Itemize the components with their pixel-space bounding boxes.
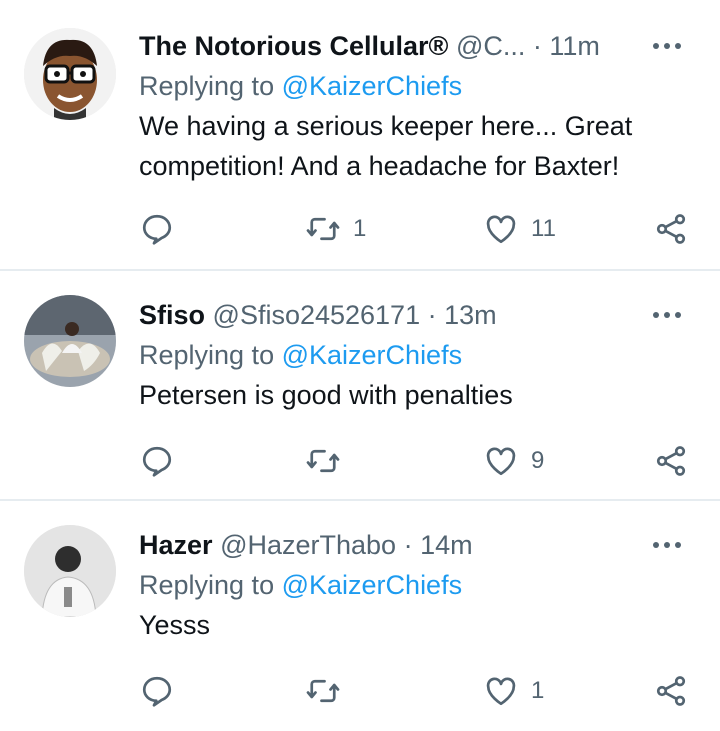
heart-icon bbox=[486, 447, 516, 476]
cartoon-face-avatar-icon bbox=[24, 28, 116, 120]
replying-to-label: Replying to bbox=[139, 71, 275, 101]
user-handle[interactable]: @HazerThabo bbox=[220, 530, 396, 560]
reply-icon bbox=[142, 446, 172, 477]
reply-button[interactable] bbox=[139, 671, 175, 711]
tweet-content: Hazer @HazerThabo · 14m Replying to @Kai… bbox=[139, 525, 700, 645]
retweet-icon bbox=[306, 679, 340, 703]
separator-dot: · bbox=[403, 530, 413, 560]
tweet-feed: The Notorious Cellular® @C... · 11m Repl… bbox=[0, 0, 720, 731]
user-handle[interactable]: @C... bbox=[456, 31, 525, 61]
tweet-timestamp[interactable]: 14m bbox=[420, 530, 473, 560]
heart-icon bbox=[486, 215, 516, 244]
tweet-text-line: We having a serious keeper here... Great bbox=[139, 111, 633, 141]
tweet-timestamp[interactable]: 11m bbox=[549, 31, 600, 61]
retweet-button[interactable]: 1 bbox=[305, 209, 366, 249]
more-options-icon[interactable] bbox=[650, 305, 684, 325]
tweet-text: We having a serious keeper here... Great… bbox=[139, 106, 700, 186]
user-display-name[interactable]: Hazer bbox=[139, 530, 213, 560]
replying-to-mention[interactable]: @KaizerChiefs bbox=[282, 570, 462, 600]
tweet-content: The Notorious Cellular® @C... · 11m Repl… bbox=[139, 26, 700, 186]
share-icon bbox=[656, 676, 686, 706]
photo-avatar-icon bbox=[24, 295, 116, 387]
retweet-count: 1 bbox=[353, 215, 367, 242]
tweet-header: Hazer @HazerThabo · 14m bbox=[139, 525, 700, 565]
tweet-text: Petersen is good with penalties bbox=[139, 375, 700, 415]
more-options-icon[interactable] bbox=[650, 535, 684, 555]
tweet-actions: 1 11 bbox=[139, 209, 700, 249]
separator-dot: · bbox=[427, 300, 437, 330]
retweet-icon bbox=[306, 217, 340, 241]
replying-to-mention[interactable]: @KaizerChiefs bbox=[282, 71, 462, 101]
like-button[interactable]: 11 bbox=[483, 209, 556, 249]
share-button[interactable] bbox=[653, 209, 689, 249]
tweet-text-line: competition! And a headache for Baxter! bbox=[139, 151, 620, 181]
replying-to-label: Replying to bbox=[139, 340, 275, 370]
like-button[interactable]: 1 bbox=[483, 671, 544, 711]
tweet[interactable]: The Notorious Cellular® @C... · 11m Repl… bbox=[0, 0, 720, 271]
replying-to-line: Replying to @KaizerChiefs bbox=[139, 66, 700, 106]
tweet-text-line: Petersen is good with penalties bbox=[139, 380, 513, 410]
retweet-button[interactable] bbox=[305, 441, 353, 481]
user-display-name[interactable]: The Notorious Cellular® bbox=[139, 31, 448, 61]
like-count: 11 bbox=[531, 215, 556, 242]
reply-icon bbox=[142, 676, 172, 707]
retweet-button[interactable] bbox=[305, 671, 353, 711]
tweet-content: Sfiso @Sfiso24526171 · 13m Replying to @… bbox=[139, 295, 700, 415]
user-handle[interactable]: @Sfiso24526171 bbox=[213, 300, 421, 330]
more-options-icon[interactable] bbox=[650, 36, 684, 56]
avatar[interactable] bbox=[24, 295, 116, 387]
share-icon bbox=[656, 214, 686, 244]
reply-button[interactable] bbox=[139, 209, 175, 249]
grayscale-photo-avatar-icon bbox=[24, 525, 116, 617]
share-button[interactable] bbox=[653, 671, 689, 711]
tweet[interactable]: Hazer @HazerThabo · 14m Replying to @Kai… bbox=[0, 501, 720, 731]
separator-dot: · bbox=[532, 31, 542, 61]
like-count: 1 bbox=[531, 677, 545, 704]
avatar[interactable] bbox=[24, 525, 116, 617]
like-count: 9 bbox=[531, 447, 545, 474]
replying-to-line: Replying to @KaizerChiefs bbox=[139, 335, 700, 375]
user-display-name[interactable]: Sfiso bbox=[139, 300, 205, 330]
heart-icon bbox=[486, 677, 516, 706]
reply-icon bbox=[142, 214, 172, 245]
share-icon bbox=[656, 446, 686, 476]
share-button[interactable] bbox=[653, 441, 689, 481]
tweet-actions: 9 bbox=[139, 441, 700, 481]
tweet-header: Sfiso @Sfiso24526171 · 13m bbox=[139, 295, 700, 335]
reply-button[interactable] bbox=[139, 441, 175, 481]
tweet-header: The Notorious Cellular® @C... · 11m bbox=[139, 26, 700, 66]
replying-to-mention[interactable]: @KaizerChiefs bbox=[282, 340, 462, 370]
avatar[interactable] bbox=[24, 28, 116, 120]
tweet-actions: 1 bbox=[139, 671, 700, 711]
retweet-icon bbox=[306, 449, 340, 473]
tweet-text-line: Yesss bbox=[139, 610, 211, 640]
like-button[interactable]: 9 bbox=[483, 441, 544, 481]
tweet-timestamp[interactable]: 13m bbox=[444, 300, 497, 330]
tweet-text: Yesss bbox=[139, 605, 700, 645]
replying-to-label: Replying to bbox=[139, 570, 275, 600]
replying-to-line: Replying to @KaizerChiefs bbox=[139, 565, 700, 605]
tweet[interactable]: Sfiso @Sfiso24526171 · 13m Replying to @… bbox=[0, 271, 720, 501]
